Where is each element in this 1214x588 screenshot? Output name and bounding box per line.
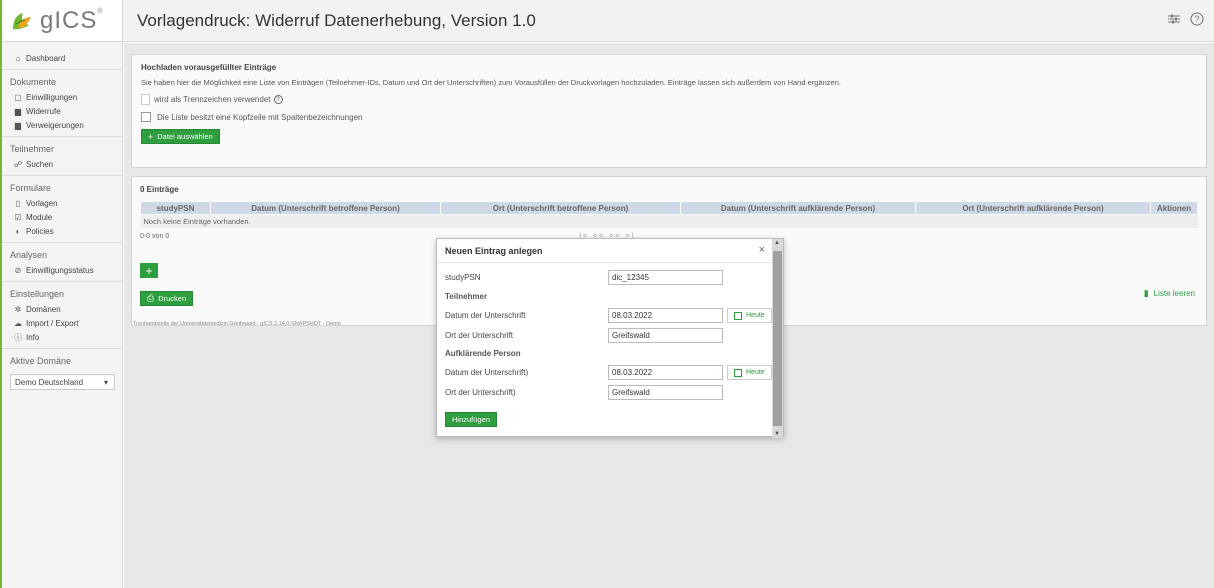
section-informant: Aufklärende Person	[445, 349, 521, 358]
calendar-icon	[734, 311, 742, 320]
today-button[interactable]: Heute	[727, 308, 772, 323]
dialog-scrollbar[interactable]: ▲ ▼	[772, 239, 783, 438]
informant-date-input[interactable]: 08.03.2022	[608, 365, 723, 380]
participant-place-row: Ort der Unterschrift Greifswald	[445, 328, 723, 343]
informant-place-input[interactable]: Greifswald	[608, 385, 723, 400]
study-psn-row: studyPSN dic_12345	[445, 270, 723, 285]
informant-place-row: Ort der Unterschrift) Greifswald	[445, 385, 723, 400]
informant-date-row: Datum der Unterschrift) 08.03.2022 Heute	[445, 365, 772, 380]
scroll-thumb[interactable]	[773, 251, 782, 426]
new-entry-dialog: Neuen Eintrag anlegen × ▲ ▼ studyPSN dic…	[436, 238, 784, 438]
add-button[interactable]: Hinzufügen	[445, 412, 497, 427]
study-psn-input[interactable]: dic_12345	[608, 270, 723, 285]
close-icon[interactable]: ×	[759, 244, 765, 256]
study-psn-label: studyPSN	[445, 273, 481, 282]
place-label: Ort der Unterschrift	[445, 331, 514, 340]
calendar-icon	[734, 368, 742, 377]
section-participant: Teilnehmer	[445, 292, 488, 301]
participant-place-input[interactable]: Greifswald	[608, 328, 723, 343]
date-label: Datum der Unterschrift)	[445, 368, 529, 377]
participant-date-row: Datum der Unterschrift 08.03.2022 Heute	[445, 308, 772, 323]
date-label: Datum der Unterschrift	[445, 311, 526, 320]
today-button[interactable]: Heute	[727, 365, 772, 380]
scroll-up-icon[interactable]: ▲	[774, 240, 780, 246]
dialog-title: Neuen Eintrag anlegen	[437, 239, 783, 263]
participant-date-input[interactable]: 08.03.2022	[608, 308, 723, 323]
scroll-down-icon[interactable]: ▼	[774, 431, 780, 437]
place-label: Ort der Unterschrift)	[445, 388, 516, 397]
